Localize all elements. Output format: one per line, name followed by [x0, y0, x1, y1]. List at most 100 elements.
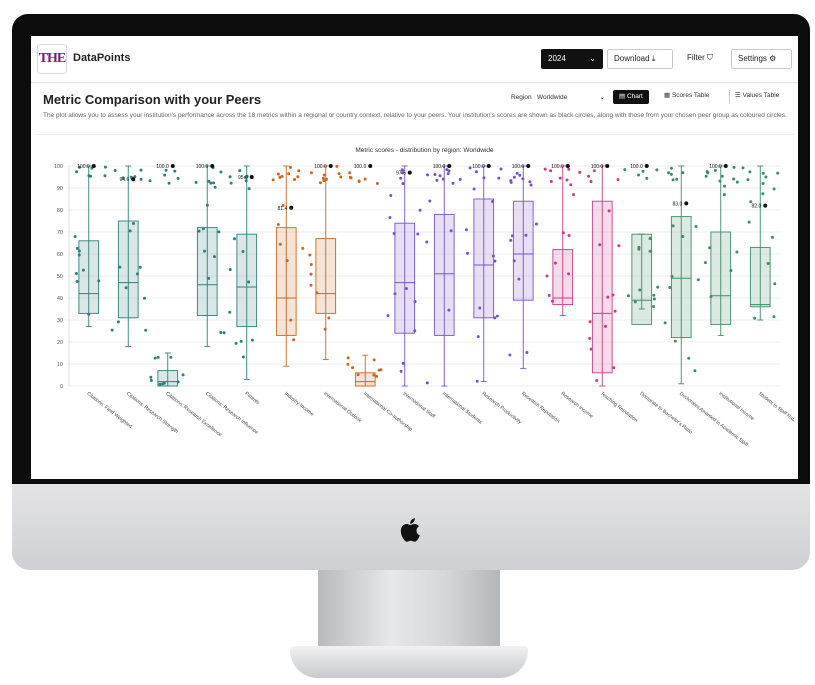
peer-score-point — [148, 179, 152, 183]
peer-score-point — [297, 169, 301, 173]
box — [473, 198, 495, 319]
peer-score-point — [475, 379, 479, 383]
peer-score-point — [772, 187, 776, 191]
peer-score-point — [425, 381, 429, 385]
peer-score-point — [238, 169, 242, 173]
peer-score-point — [447, 169, 451, 173]
peer-score-point — [543, 167, 547, 171]
peer-score-point — [375, 182, 379, 186]
institution-score-label: 100.0 — [314, 164, 327, 170]
y-tick-label: 20 — [57, 340, 63, 346]
monitor-screen: THE DataPoints 2024 ⌄ Download ⤓ Filter … — [31, 36, 798, 479]
peer-score-point — [663, 321, 667, 325]
peer-score-point — [655, 168, 659, 172]
peer-score-point — [103, 174, 107, 178]
peer-score-point — [761, 192, 765, 196]
peer-score-point — [673, 339, 677, 343]
peer-score-point — [247, 187, 251, 191]
peer-score-point — [464, 228, 468, 232]
peer-score-point — [87, 312, 91, 316]
peer-score-point — [551, 299, 555, 303]
peer-score-point — [323, 327, 327, 331]
peer-score-point — [228, 268, 232, 272]
peer-score-point — [418, 208, 422, 212]
peer-score-point — [346, 356, 350, 360]
peer-score-point — [75, 246, 79, 250]
box — [394, 222, 416, 334]
peer-score-point — [247, 280, 251, 284]
peer-score-point — [128, 229, 132, 233]
peer-score-point — [285, 259, 289, 263]
peer-score-point — [232, 237, 236, 241]
peer-score-point — [509, 180, 513, 184]
x-tick-label: Research Income — [560, 391, 595, 420]
peer-score-point — [158, 382, 162, 386]
settings-button[interactable]: Settings ⚙ — [731, 49, 792, 69]
the-logo[interactable]: THE — [37, 44, 67, 74]
peer-score-point — [163, 173, 167, 177]
institution-score-label: 100.0 — [512, 164, 525, 170]
download-label: Download — [614, 54, 650, 63]
x-tick-label: Teaching Reputation — [599, 391, 639, 424]
peer-score-point — [393, 292, 397, 296]
peer-score-point — [346, 362, 350, 366]
peer-score-point — [587, 174, 591, 178]
peer-score-point — [578, 170, 582, 174]
peer-score-point — [325, 177, 329, 181]
institution-score-label: 83.0 — [673, 201, 683, 207]
peer-score-point — [764, 175, 768, 179]
peer-score-point — [652, 297, 656, 301]
view-chart-toggle[interactable]: ▤ Chart — [613, 90, 649, 104]
peer-score-point — [671, 178, 675, 182]
peer-score-point — [449, 229, 453, 233]
peer-score-point — [438, 174, 442, 178]
x-tick-label: Doctorates Awarded to Academic Staff — [678, 391, 749, 449]
peer-score-point — [425, 240, 429, 244]
institution-score-point — [131, 177, 136, 182]
peer-score-point — [413, 300, 417, 304]
peer-score-point — [766, 261, 770, 265]
peer-score-point — [372, 358, 376, 362]
peer-score-point — [626, 294, 630, 298]
settings-icon: ⚙ — [769, 54, 777, 63]
peer-score-point — [348, 171, 352, 175]
peer-score-point — [287, 172, 291, 176]
peer-score-point — [747, 220, 751, 224]
peer-score-point — [75, 170, 79, 174]
institution-score-point — [91, 164, 96, 168]
peer-score-point — [363, 177, 367, 181]
peer-score-point — [491, 254, 495, 258]
view-scores-table-toggle[interactable]: ▦ Scores Table — [659, 90, 715, 104]
settings-label: Settings — [738, 54, 767, 63]
peer-score-point — [553, 261, 557, 265]
year-select[interactable]: 2024 ⌄ — [541, 49, 603, 69]
apple-logo-icon — [400, 518, 420, 542]
peer-score-point — [239, 339, 243, 343]
peer-score-point — [735, 250, 739, 254]
peer-score-point — [753, 316, 757, 320]
region-select[interactable]: Worldwide ⌄ — [537, 91, 605, 104]
app-header: THE DataPoints 2024 ⌄ Download ⤓ Filter … — [31, 36, 798, 83]
download-button[interactable]: Download ⤓ — [607, 49, 673, 69]
view-values-table-toggle[interactable]: ☰ Values Table — [729, 90, 785, 104]
peer-score-point — [228, 175, 232, 179]
institution-score-label: 100.0 — [354, 164, 367, 170]
x-tick-label: Industry Income — [283, 391, 315, 418]
filter-button[interactable]: Filter ⛉ — [681, 49, 725, 69]
peer-score-point — [603, 324, 607, 328]
peer-score-point — [77, 253, 81, 257]
peer-score-point — [670, 274, 674, 278]
peer-score-point — [372, 373, 376, 377]
institution-score-point — [289, 205, 294, 210]
institution-score-label: 81.4 — [278, 206, 288, 212]
peer-score-point — [652, 293, 656, 297]
peer-score-point — [521, 177, 525, 181]
peer-score-point — [512, 175, 516, 179]
peer-score-point — [217, 230, 221, 234]
peer-score-point — [517, 277, 521, 281]
peer-score-point — [637, 173, 641, 177]
peer-score-point — [497, 176, 501, 180]
peer-score-point — [335, 164, 339, 168]
peer-score-point — [776, 171, 780, 175]
y-tick-label: 50 — [57, 274, 63, 280]
